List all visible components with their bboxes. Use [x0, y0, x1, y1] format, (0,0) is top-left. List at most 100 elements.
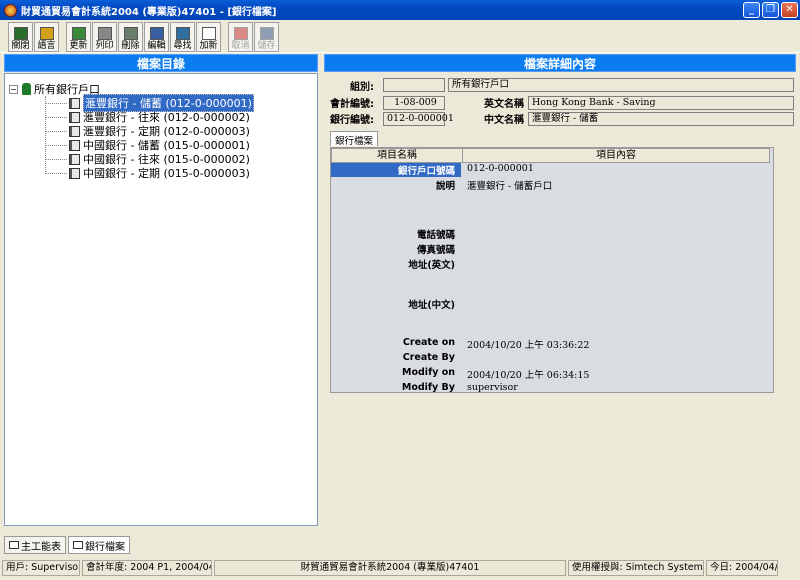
grid-row-key: 銀行戶口號碼 [331, 163, 461, 177]
grid-row-key: Modify on [402, 367, 455, 378]
grid-row-value: 012-0-000001 [467, 163, 534, 174]
toolbar-button-label: 更新 [69, 41, 88, 51]
grid-row-value: 2004/10/20 上午 06:34:15 [467, 370, 590, 381]
grid-row-key: 傳真號碼 [416, 245, 455, 256]
status-app: 財貿通貿易會計系統2004 (專業版)47401 [214, 560, 566, 576]
grid-row[interactable]: Modify By supervisor [331, 382, 775, 397]
grid-row-value: supervisor [467, 382, 518, 393]
detail-panel: 組別: 所有銀行戶口 會計編號: 1-08-009 英文名稱 Hong Kong… [324, 73, 796, 526]
group-code-field [383, 78, 445, 92]
grid-header-value: 項目內容 [462, 148, 770, 163]
bottom-tab[interactable]: 銀行檔案 [68, 536, 130, 554]
toolbar-button-label: 語言 [37, 41, 56, 51]
group-label: 組別: [350, 82, 374, 93]
grid-row[interactable]: 銀行戶口號碼 012-0-000001 [331, 163, 775, 178]
group-name-field: 所有銀行戶口 [448, 78, 794, 92]
grid-row[interactable]: 地址(中文) [331, 297, 775, 312]
toolbar-button-6[interactable]: 尋找 [170, 22, 195, 52]
tree-item[interactable]: 滙豐銀行 - 往來 (012-0-000002) [45, 110, 250, 124]
en-name-label: 英文名稱 [484, 99, 524, 110]
tree-item[interactable]: 滙豐銀行 - 定期 (012-0-000003) [45, 124, 250, 138]
status-provider: 使用權授與: Simtech Systems Ltd. [568, 560, 704, 576]
minimize-button[interactable]: _ [743, 2, 760, 18]
toolbar-button-label: 編輯 [147, 41, 166, 51]
title-bar: 財貿通貿易會計系統2004 (專業版)47401 - [銀行檔案] _ ❐ ✕ [0, 0, 800, 20]
bank-field: 012-0-000001 [383, 112, 454, 126]
toolbar-button-0[interactable]: 關閉 [8, 22, 33, 52]
en-name-field: Hong Kong Bank - Saving [528, 96, 794, 110]
refresh-icon [71, 27, 86, 40]
grid-row-key: Create on [402, 337, 455, 348]
trash-icon [123, 27, 138, 40]
grid-row[interactable]: Create By [331, 352, 775, 367]
cn-name-field: 滙豐銀行 - 儲蓄 [528, 112, 794, 126]
grid-row[interactable]: 地址(英文) [331, 257, 775, 272]
grid-row-key: 電話號碼 [416, 230, 455, 241]
status-bar: 用戶: Supervisor 會計年度: 2004 P1, 2004/04/01… [0, 558, 800, 578]
window-icon [73, 541, 83, 549]
status-today: 今日: 2004/04/01 [706, 560, 778, 576]
bank-account-icon [69, 97, 80, 109]
toolbar-button-2[interactable]: 更新 [66, 22, 91, 52]
tab-bank-file[interactable]: 銀行檔案 [330, 131, 379, 147]
account-field: 1-08-009 [383, 96, 445, 110]
toolbar-button-label: 列印 [95, 41, 114, 51]
bottom-tab[interactable]: 主工能表 [4, 536, 66, 554]
status-user: 用戶: Supervisor [2, 560, 80, 576]
toolbar: 關閉 語言 更新 列印 刪除 編輯 尋找 加新 取消 儲存 [0, 20, 800, 53]
bottom-tab-label: 主工能表 [21, 541, 61, 553]
app-icon[interactable] [4, 3, 17, 17]
tree-item[interactable]: 滙豐銀行 - 儲蓄 (012-0-000001) [45, 94, 254, 112]
tree-item-label: 中國銀行 - 定期 (015-0-000003) [83, 167, 250, 180]
account-label: 會計編號: [330, 99, 374, 110]
toolbar-button-label: 加新 [199, 41, 218, 51]
tree-item[interactable]: 中國銀行 - 定期 (015-0-000003) [45, 166, 250, 180]
grid-row-key: 地址(中文) [408, 300, 455, 311]
bank-label: 銀行編號: [330, 115, 374, 126]
grid-row[interactable]: 電話號碼 [331, 227, 775, 242]
toolbar-button-5[interactable]: 編輯 [144, 22, 169, 52]
bank-account-icon [69, 139, 80, 151]
edit-icon [149, 27, 164, 40]
find-icon [175, 27, 190, 40]
toolbar-button-3[interactable]: 列印 [92, 22, 117, 52]
bank-account-icon [69, 125, 80, 137]
tree-item[interactable]: 中國銀行 - 往來 (015-0-000002) [45, 152, 250, 166]
detail-grid: 項目名稱 項目內容 銀行戶口號碼 012-0-000001 說明 滙豐銀行 - 儲蓄戶… [330, 147, 774, 393]
grid-header-name: 項目名稱 [331, 148, 463, 163]
grid-row-value: 2004/10/20 上午 03:36:22 [467, 340, 590, 351]
window-title: 財貿通貿易會計系統2004 (專業版)47401 - [銀行檔案] [21, 6, 277, 18]
grid-row[interactable]: Modify on 2004/10/20 上午 06:34:15 [331, 367, 775, 382]
toolbar-button-8: 取消 [228, 22, 253, 52]
close-button[interactable]: ✕ [781, 2, 798, 18]
status-period: 會計年度: 2004 P1, 2004/04/01 [82, 560, 212, 576]
collapse-icon[interactable]: − [9, 84, 18, 94]
grid-row[interactable]: 說明 滙豐銀行 - 儲蓄戶口 [331, 178, 775, 193]
save-icon [259, 27, 274, 40]
grid-row[interactable]: Create on 2004/10/20 上午 03:36:22 [331, 337, 775, 352]
tree-panel-header: 檔案目錄 [4, 54, 318, 72]
grid-row[interactable]: 傳真號碼 [331, 242, 775, 257]
toolbar-button-label: 關閉 [11, 41, 30, 51]
new-document-icon [201, 27, 216, 40]
grid-row-key: Create By [402, 352, 455, 363]
toolbar-button-7[interactable]: 加新 [196, 22, 221, 52]
bank-account-icon [69, 153, 80, 165]
grid-row-key: Modify By [401, 382, 455, 393]
grid-row-key: 地址(英文) [408, 260, 455, 271]
bank-account-icon [69, 111, 80, 123]
tree-item[interactable]: 中國銀行 - 儲蓄 (015-0-000001) [45, 138, 250, 152]
toolbar-button-label: 尋找 [173, 41, 192, 51]
restore-button[interactable]: ❐ [762, 2, 779, 18]
bank-tree[interactable]: − 所有銀行戶口 滙豐銀行 - 儲蓄 (012-0-000001) 滙豐銀行 - … [4, 73, 318, 526]
bottom-tabs: 主工能表 銀行檔案 [4, 536, 132, 554]
toolbar-button-4[interactable]: 刪除 [118, 22, 143, 52]
grid-row-key: 說明 [435, 181, 455, 192]
toolbar-button-label: 取消 [231, 41, 250, 51]
toolbar-button-1[interactable]: 語言 [34, 22, 59, 52]
exit-door-icon [13, 27, 28, 40]
cancel-icon [233, 27, 248, 40]
detail-panel-header: 檔案詳細內容 [324, 54, 796, 72]
bank-account-icon [69, 167, 80, 179]
grid-row-value: 滙豐銀行 - 儲蓄戶口 [467, 181, 553, 192]
